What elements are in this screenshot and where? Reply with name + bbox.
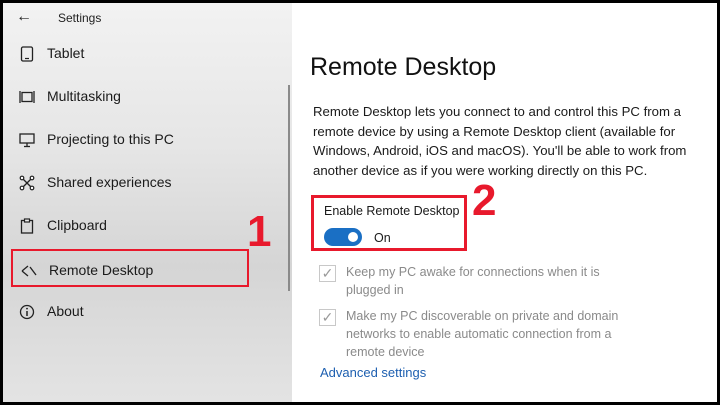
description-text: Remote Desktop lets you connect to and c… (313, 104, 687, 178)
sidebar-item-label: About (47, 303, 84, 319)
keep-awake-checkbox[interactable]: ✓ (319, 265, 336, 282)
sidebar-item-label: Multitasking (47, 88, 121, 104)
clipboard-icon (18, 217, 36, 235)
enable-remote-desktop-label: Enable Remote Desktop (324, 204, 460, 218)
annotation-step-2: 2 (472, 176, 497, 225)
discoverable-label: Make my PC discoverable on private and d… (346, 309, 619, 359)
toggle-knob (348, 232, 358, 242)
remote-desktop-icon (20, 262, 38, 280)
projecting-icon (18, 131, 36, 149)
sidebar-item-label: Clipboard (47, 217, 107, 233)
sidebar: ← Settings Tablet Multitasking Projectin… (3, 3, 292, 402)
info-icon (18, 303, 36, 321)
settings-window: ← Settings Tablet Multitasking Projectin… (0, 0, 720, 405)
sidebar-item-label: Tablet (47, 45, 85, 61)
annotation-step-1: 1 (247, 207, 272, 256)
sidebar-item-multitasking[interactable]: Multitasking (11, 77, 249, 115)
shared-experiences-icon (18, 174, 36, 192)
multitasking-icon (18, 88, 36, 106)
sidebar-item-projecting[interactable]: Projecting to this PC (11, 120, 249, 158)
sidebar-item-about[interactable]: About (11, 292, 249, 330)
sidebar-scrollbar[interactable] (288, 85, 290, 291)
app-title: Settings (58, 11, 102, 25)
sidebar-item-tablet[interactable]: Tablet (11, 34, 249, 72)
advanced-settings-link[interactable]: Advanced settings (320, 365, 426, 380)
back-arrow-icon[interactable]: ← (13, 7, 35, 27)
keep-awake-label: Keep my PC awake for connections when it… (346, 265, 600, 297)
sidebar-item-label: Shared experiences (47, 174, 172, 190)
page-title: Remote Desktop (310, 53, 497, 81)
discoverable-checkbox[interactable]: ✓ (319, 309, 336, 326)
tablet-icon (18, 45, 36, 63)
enable-remote-desktop-toggle[interactable] (324, 228, 362, 246)
sidebar-item-clipboard[interactable]: Clipboard (11, 206, 249, 244)
sidebar-item-label: Projecting to this PC (47, 131, 174, 147)
title-bar: ← Settings (3, 3, 292, 33)
sidebar-item-remote-desktop[interactable]: Remote Desktop (11, 249, 249, 287)
sidebar-item-shared-experiences[interactable]: Shared experiences (11, 163, 249, 201)
toggle-state-text: On (374, 231, 391, 245)
enable-remote-desktop-section: Enable Remote Desktop On (311, 195, 467, 251)
main-content: Remote Desktop Remote Desktop lets you c… (292, 3, 717, 402)
sidebar-item-label: Remote Desktop (49, 262, 154, 278)
